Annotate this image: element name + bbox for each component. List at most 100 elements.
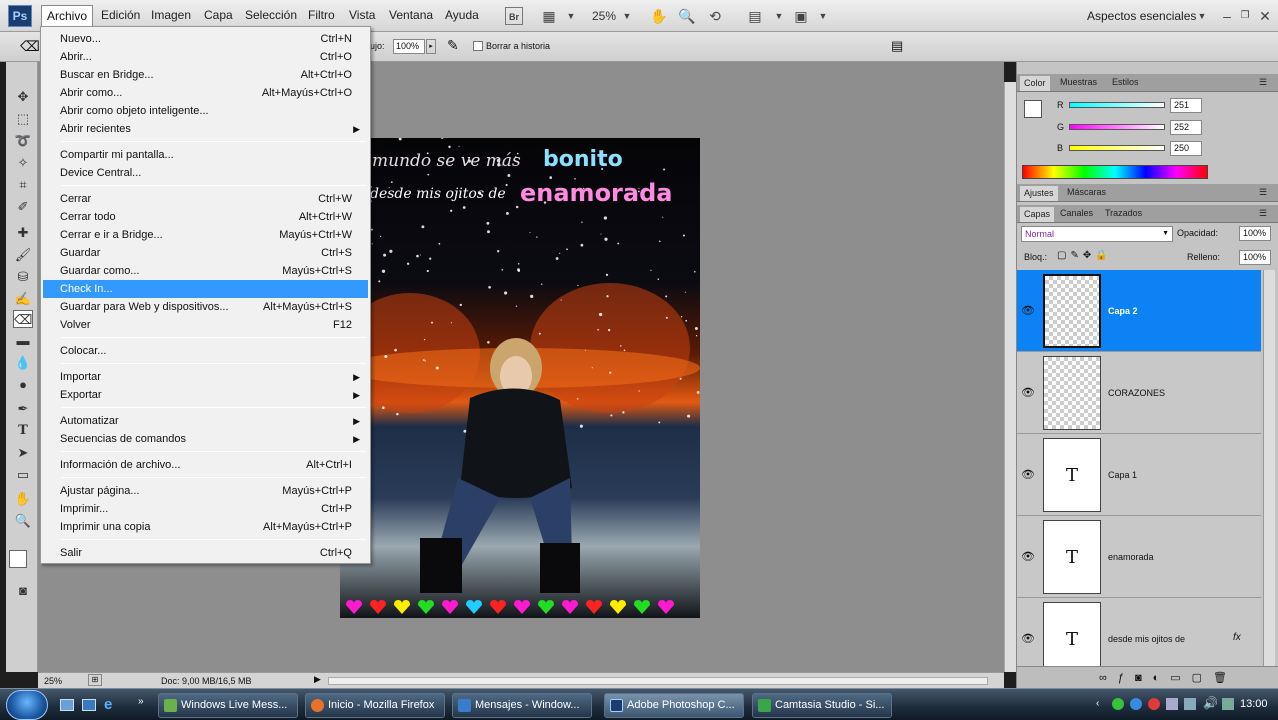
eraser-tool-icon[interactable]: ⌫: [13, 310, 33, 328]
eye-icon[interactable]: 👁: [1021, 468, 1035, 482]
menu-item[interactable]: Salir Ctrl+Q: [43, 544, 368, 562]
vertical-scrollbar[interactable]: [1004, 82, 1016, 672]
chevron-down-icon[interactable]: ▼: [814, 7, 832, 25]
layer-row[interactable]: 👁 T Capa 1: [1017, 434, 1261, 516]
menu-item[interactable]: Ajustar página... Mayús+Ctrl+P: [43, 482, 368, 500]
channel-r-slider[interactable]: [1069, 102, 1165, 108]
channel-b-slider[interactable]: [1069, 145, 1165, 151]
layers-footer-icons[interactable]: ∞ƒ◙◐▭▢🗑: [1017, 666, 1278, 688]
channel-b-value[interactable]: 250: [1170, 141, 1202, 156]
tab-mascaras[interactable]: Máscaras: [1067, 187, 1106, 197]
minimize-icon[interactable]: –: [1218, 7, 1236, 25]
antivirus-tray-icon[interactable]: [1148, 698, 1160, 710]
menu-item[interactable]: Cerrar e ir a Bridge... Mayús+Ctrl+W: [43, 226, 368, 244]
panel-toggle-icon[interactable]: ▤: [891, 38, 903, 54]
menu-item[interactable]: Volver F12: [43, 316, 368, 334]
hand-tool-icon[interactable]: ✋: [13, 490, 33, 508]
eye-icon[interactable]: 👁: [1021, 550, 1035, 564]
tab-ajustes[interactable]: Ajustes: [1020, 186, 1058, 201]
menu-capa[interactable]: Capa: [204, 8, 233, 22]
zoom-level[interactable]: 25%: [592, 9, 616, 23]
erase-history-checkbox[interactable]: [473, 41, 483, 51]
eraser-preset-icon[interactable]: ⌫: [20, 38, 40, 55]
layer-name[interactable]: desde mis ojitos de: [1108, 634, 1185, 644]
task-messenger[interactable]: Windows Live Mess...: [158, 693, 298, 718]
start-button[interactable]: [6, 690, 48, 720]
menu-ventana[interactable]: Ventana: [389, 8, 433, 22]
menu-item[interactable]: Device Central...: [43, 164, 368, 182]
rotate-view-icon[interactable]: ⟲: [706, 7, 724, 25]
menu-item[interactable]: Colocar...: [43, 342, 368, 360]
task-firefox[interactable]: Inicio - Mozilla Firefox: [305, 693, 445, 718]
chevron-right-icon[interactable]: ▸: [426, 39, 436, 54]
eye-icon[interactable]: 👁: [1021, 304, 1035, 318]
bridge-button[interactable]: Br: [505, 7, 523, 25]
tab-trazados[interactable]: Trazados: [1105, 208, 1142, 218]
blur-tool-icon[interactable]: 💧: [13, 354, 33, 372]
lock-icons[interactable]: ▢✎✥🔒: [1057, 250, 1112, 261]
volume-icon[interactable]: 🔊: [1203, 696, 1218, 710]
menu-vista[interactable]: Vista: [349, 8, 375, 22]
status-menu-arrow-icon[interactable]: ▶: [314, 674, 321, 685]
airbrush-icon[interactable]: ✎: [447, 37, 459, 54]
lasso-tool-icon[interactable]: ➰: [13, 132, 33, 150]
eyedropper-icon[interactable]: ✐: [13, 198, 33, 216]
show-desktop-icon[interactable]: [60, 699, 74, 711]
path-selection-icon[interactable]: ➤: [13, 444, 33, 462]
restore-icon[interactable]: ❐: [1236, 7, 1254, 25]
panel-menu-icon[interactable]: ☰: [1259, 187, 1267, 198]
menu-item[interactable]: Cerrar Ctrl+W: [43, 190, 368, 208]
clone-stamp-icon[interactable]: ⛁: [13, 268, 33, 286]
magic-wand-icon[interactable]: ✧: [13, 154, 33, 172]
eye-icon[interactable]: 👁: [1021, 632, 1035, 646]
tab-canales[interactable]: Canales: [1060, 208, 1093, 218]
status-preview-icon[interactable]: ⊞: [88, 674, 102, 686]
messenger-tray-icon[interactable]: [1112, 698, 1124, 710]
menu-item[interactable]: Guardar como... Mayús+Ctrl+S: [43, 262, 368, 280]
dodge-tool-icon[interactable]: ●: [13, 376, 33, 394]
menu-seleccion[interactable]: Selección: [245, 8, 297, 22]
hand-icon[interactable]: ✋: [650, 7, 668, 25]
task-mail[interactable]: Mensajes - Window...: [452, 693, 592, 718]
chevron-down-icon[interactable]: ▼: [562, 7, 580, 25]
tab-color[interactable]: Color: [1020, 76, 1050, 91]
menu-ayuda[interactable]: Ayuda: [445, 8, 479, 22]
shape-tool-icon[interactable]: ▭: [13, 466, 33, 484]
layer-name[interactable]: CORAZONES: [1108, 388, 1165, 398]
menu-item[interactable]: Compartir mi pantalla...: [43, 146, 368, 164]
tab-capas[interactable]: Capas: [1020, 207, 1055, 222]
switch-windows-icon[interactable]: [82, 699, 96, 711]
channel-g-slider[interactable]: [1069, 124, 1165, 130]
tray-expand-icon[interactable]: ‹: [1096, 698, 1099, 709]
channel-r-value[interactable]: 251: [1170, 98, 1202, 113]
healing-brush-icon[interactable]: ✚: [13, 224, 33, 242]
task-camtasia[interactable]: Camtasia Studio - Si...: [752, 693, 892, 718]
layer-row[interactable]: 👁 Capa 2: [1017, 270, 1261, 352]
marquee-tool-icon[interactable]: ⬚: [13, 110, 33, 128]
layer-row[interactable]: 👁 CORAZONES: [1017, 352, 1261, 434]
panel-menu-icon[interactable]: ☰: [1259, 77, 1267, 88]
tab-muestras[interactable]: Muestras: [1060, 77, 1097, 87]
clock[interactable]: 13:00: [1240, 698, 1268, 710]
document-canvas[interactable]: mundo se ve más bonito desde mis ojitos …: [340, 138, 700, 618]
menu-item[interactable]: Abrir recientes ▶: [43, 120, 368, 138]
foreground-color-swatch[interactable]: [1024, 100, 1042, 118]
panel-menu-icon[interactable]: ☰: [1259, 208, 1267, 219]
menu-item[interactable]: Exportar ▶: [43, 386, 368, 404]
menu-item[interactable]: Abrir... Ctrl+O: [43, 48, 368, 66]
menu-item[interactable]: Abrir como objeto inteligente...: [43, 102, 368, 120]
crop-tool-icon[interactable]: ⌗: [13, 176, 33, 194]
internet-explorer-icon[interactable]: e: [104, 696, 112, 713]
workspace-switcher[interactable]: Aspectos esenciales: [1087, 9, 1196, 23]
menu-item[interactable]: Automatizar ▶: [43, 412, 368, 430]
brush-tool-icon[interactable]: 🖌: [13, 246, 33, 264]
menu-item[interactable]: Guardar para Web y dispositivos... Alt+Ma…: [43, 298, 368, 316]
arrange-documents-icon[interactable]: ▤: [746, 7, 764, 25]
chevron-down-icon[interactable]: ▼: [618, 7, 636, 25]
gradient-tool-icon[interactable]: ▬: [13, 332, 33, 350]
menu-archivo[interactable]: Archivo: [41, 5, 93, 27]
pen-tool-icon[interactable]: ✒: [13, 400, 33, 418]
menu-item[interactable]: Nuevo... Ctrl+N: [43, 30, 368, 48]
zoom-tool-icon[interactable]: 🔍: [13, 512, 33, 530]
menu-item[interactable]: Cerrar todo Alt+Ctrl+W: [43, 208, 368, 226]
